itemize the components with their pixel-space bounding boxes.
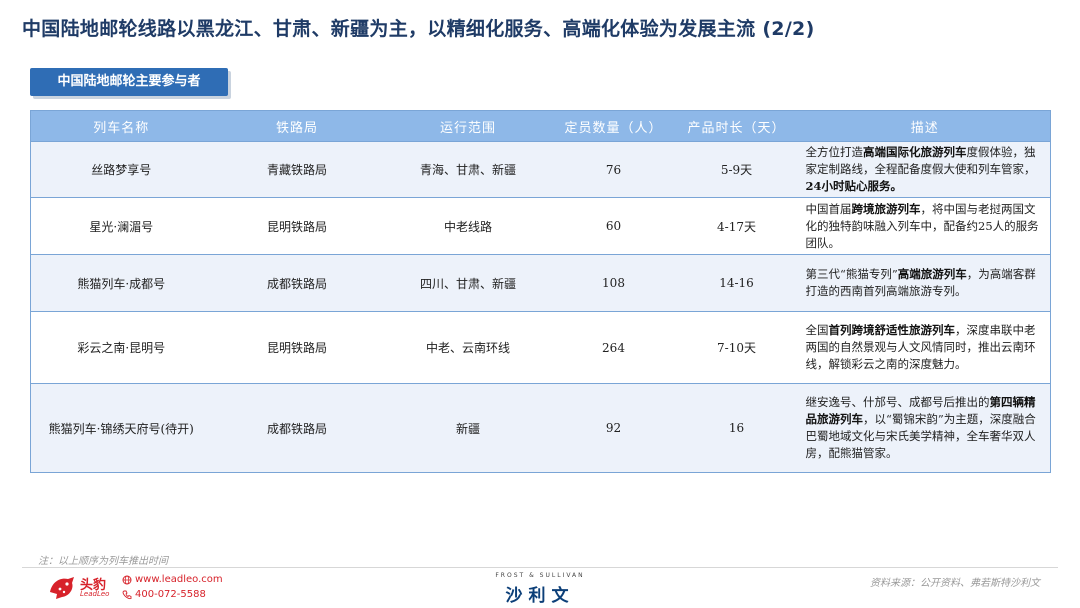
description-highlight: 跨境旅游列车 xyxy=(851,201,921,216)
duration-cell: 7-10天 xyxy=(673,311,800,384)
range-cell: 中老线路 xyxy=(382,197,554,255)
range-cell: 新疆 xyxy=(382,383,554,473)
capacity-cell: 264 xyxy=(553,311,674,384)
brand-sub: LeadLeo xyxy=(80,590,110,598)
description-cell: 继安逸号、什邡号、成都号后推出的第四辆精品旅游列车，以“蜀锦宋韵”为主题，深度融… xyxy=(799,383,1051,473)
description-highlight: 高端国际化旅游列车 xyxy=(863,145,967,159)
header-duration: 产品时长（天） xyxy=(673,110,800,142)
train-name-cell: 彩云之南·昆明号 xyxy=(30,311,212,384)
table-row: 星光·澜湄号 昆明铁路局 中老线路 60 4-17天 中国首届跨境旅游列车，将中国与老挝两… xyxy=(30,197,1051,255)
source-note: 资料来源：公开资料、弗若斯特沙利文 xyxy=(870,578,1040,589)
bureau-cell: 成都铁路局 xyxy=(211,383,383,473)
description-text: 继安逸号、什邡号、成都号后推出的 xyxy=(805,395,990,409)
duration-cell: 5-9天 xyxy=(673,141,800,198)
partner-name-cn: 沙利文 xyxy=(505,586,575,606)
leopard-logo-icon xyxy=(50,577,74,599)
capacity-cell: 76 xyxy=(553,141,674,198)
bureau-cell: 昆明铁路局 xyxy=(211,197,383,255)
page-title: 中国陆地邮轮线路以黑龙江、甘肃、新疆为主，以精细化服务、高端化体验为发展主流 (… xyxy=(22,18,815,40)
train-name-cell: 熊猫列车·成都号 xyxy=(30,254,212,312)
header-description: 描述 xyxy=(799,110,1051,142)
range-cell: 中老、云南环线 xyxy=(382,311,554,384)
description-highlight: 24小时贴心服务。 xyxy=(805,179,903,193)
header-capacity: 定员数量（人） xyxy=(553,110,674,142)
table-row: 彩云之南·昆明号 昆明铁路局 中老、云南环线 264 7-10天 全国首列跨境舒适性旅游列… xyxy=(30,311,1051,384)
train-name-cell: 熊猫列车·锦绣天府号(待开) xyxy=(30,383,212,473)
globe-icon xyxy=(122,575,132,584)
description-cell: 第三代“熊猫专列”高端旅游列车，为高端客群打造的西南首列高端旅游专列。 xyxy=(799,254,1051,312)
table-row: 丝路梦享号 青藏铁路局 青海、甘肃、新疆 76 5-9天 全方位打造高端国际化旅游列车度假… xyxy=(30,141,1051,198)
capacity-cell: 60 xyxy=(553,197,674,255)
range-cell: 青海、甘肃、新疆 xyxy=(382,141,554,198)
range-cell: 四川、甘肃、新疆 xyxy=(382,254,554,312)
duration-cell: 4-17天 xyxy=(673,197,800,255)
description-text: 全国 xyxy=(805,323,829,337)
train-name-cell: 丝路梦享号 xyxy=(30,141,212,198)
footer-divider xyxy=(22,567,1058,568)
header-train-name: 列车名称 xyxy=(30,110,212,142)
section-label: 中国陆地邮轮主要参与者 xyxy=(30,68,228,96)
bureau-cell: 昆明铁路局 xyxy=(211,311,383,384)
header-range: 运行范围 xyxy=(382,110,554,142)
website-link[interactable]: www.leadleo.com xyxy=(135,572,223,587)
bureau-cell: 青藏铁路局 xyxy=(211,141,383,198)
table-row: 熊猫列车·成都号 成都铁路局 四川、甘肃、新疆 108 14-16 第三代“熊猫专列”高端… xyxy=(30,254,1051,312)
phone-number: 400-072-5588 xyxy=(135,589,206,600)
partner-name-en: FROST & SULLIVAN xyxy=(495,572,585,579)
leadleo-logo: 头豹 LeadLeo xyxy=(48,574,114,600)
description-text: 全方位打造 xyxy=(805,145,864,159)
participants-table: 列车名称 铁路局 运行范围 定员数量（人） 产品时长（天） 描述 丝路梦享号 青藏… xyxy=(30,110,1051,473)
description-cell: 中国首届跨境旅游列车，将中国与老挝两国文化的独特韵味融入列车中，配备约25人的服… xyxy=(799,197,1051,255)
train-name-cell: 星光·澜湄号 xyxy=(30,197,212,255)
description-text: 中国首届 xyxy=(805,201,852,216)
capacity-cell: 92 xyxy=(553,383,674,473)
footnote: 注：以上顺序为列车推出时间 xyxy=(38,556,168,567)
capacity-cell: 108 xyxy=(553,254,674,312)
frost-sullivan-logo: FROST & SULLIVAN 沙利文 xyxy=(440,572,640,606)
description-cell: 全国首列跨境舒适性旅游列车，深度串联中老两国的自然景观与人文风情同时，推出云南环… xyxy=(799,311,1051,384)
bureau-cell: 成都铁路局 xyxy=(211,254,383,312)
description-highlight: 高端旅游列车 xyxy=(897,267,967,281)
table-header-row: 列车名称 铁路局 运行范围 定员数量（人） 产品时长（天） 描述 xyxy=(30,110,1051,142)
description-text: 第三代“熊猫专列” xyxy=(805,267,898,281)
table-row: 熊猫列车·锦绣天府号(待开) 成都铁路局 新疆 92 16 继安逸号、什邡号、成都号后推出… xyxy=(30,383,1051,473)
contact-info: www.leadleo.com 400-072-5588 xyxy=(122,572,223,602)
duration-cell: 16 xyxy=(673,383,800,473)
description-highlight: 首列跨境舒适性旅游列车 xyxy=(828,323,956,337)
duration-cell: 14-16 xyxy=(673,254,800,312)
header-bureau: 铁路局 xyxy=(211,110,383,142)
description-cell: 全方位打造高端国际化旅游列车度假体验，独家定制路线，全程配备度假大使和列车管家，… xyxy=(799,141,1051,198)
phone-icon xyxy=(122,590,132,599)
